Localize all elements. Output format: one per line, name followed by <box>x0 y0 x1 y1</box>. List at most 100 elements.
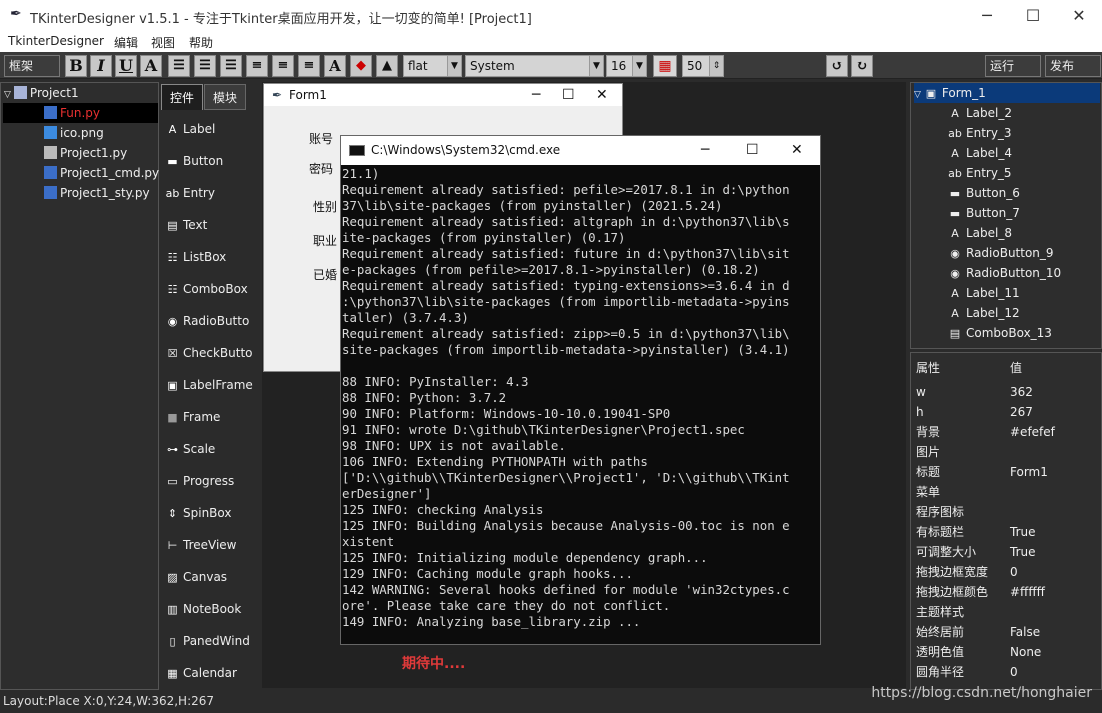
align-center-icon[interactable]: ☰ <box>194 55 216 77</box>
align-left-icon[interactable]: ☰ <box>168 55 190 77</box>
file-item[interactable]: Project1_sty.py <box>44 183 150 203</box>
relief-select[interactable]: flat ▼ <box>403 55 462 77</box>
alpha-spinbox[interactable]: 50 ⇕ <box>682 55 724 77</box>
fill-color-icon[interactable]: ◆ <box>350 55 372 77</box>
control-button[interactable]: ▬ Button <box>165 151 255 171</box>
tree-item[interactable]: ▤ ComboBox_13 <box>948 323 1052 343</box>
font-family-select[interactable]: System ▼ <box>465 55 604 77</box>
image-icon[interactable]: ▲ <box>376 55 398 77</box>
cmd-window[interactable]: C:\Windows\System32\cmd.exe ─ ☐ ✕ 21.1) R… <box>340 135 821 645</box>
property-row[interactable]: w 362 <box>916 382 1101 402</box>
property-row[interactable]: 菜单 <box>916 482 1101 502</box>
cmd-minimize-button[interactable]: ─ <box>701 136 709 165</box>
control-listbox[interactable]: ☷ ListBox <box>165 247 255 267</box>
tree-item[interactable]: ab Entry_3 <box>948 123 1011 143</box>
control-text[interactable]: ▤ Text <box>165 215 255 235</box>
minimize-button[interactable]: ─ <box>964 0 1010 31</box>
file-item[interactable]: Fun.py <box>3 103 158 123</box>
control-combobox[interactable]: ☷ ComboBox <box>165 279 255 299</box>
publish-button[interactable]: 发布 <box>1045 55 1101 77</box>
tree-item[interactable]: ◉ RadioButton_9 <box>948 243 1053 263</box>
tab-controls[interactable]: 控件 <box>161 84 203 110</box>
font-button[interactable]: A <box>140 55 162 77</box>
cmd-maximize-button[interactable]: ☐ <box>746 136 759 165</box>
control-calendar[interactable]: ▦ Calendar <box>165 663 255 683</box>
project-root[interactable]: ▽ Project1 <box>4 83 79 103</box>
align-bottom-icon[interactable]: ≡ <box>298 55 320 77</box>
menu-help[interactable]: 帮助 <box>189 34 213 51</box>
property-value: 0 <box>1010 565 1018 579</box>
align-middle-icon[interactable]: ≡ <box>272 55 294 77</box>
file-item[interactable]: Project1_cmd.py <box>44 163 159 183</box>
project-panel: ▽ Project1 Fun.py ico.png Project1.py Pro… <box>0 82 159 690</box>
tree-item[interactable]: ◉ RadioButton_10 <box>948 263 1061 283</box>
control-labelframe[interactable]: ▣ LabelFrame <box>165 375 255 395</box>
property-row[interactable]: 拖拽边框宽度 0 <box>916 562 1101 582</box>
property-row[interactable]: 圆角半径 0 <box>916 662 1101 682</box>
tree-item[interactable]: A Label_11 <box>948 283 1019 303</box>
control-radiobutton[interactable]: ◉ RadioButto <box>165 311 255 331</box>
form-icon: ▣ <box>925 87 937 100</box>
maximize-button[interactable]: ☐ <box>1010 0 1056 31</box>
form-close-icon: ✕ <box>596 87 608 103</box>
tree-item[interactable]: A Label_12 <box>948 303 1019 323</box>
spin-icon: ⇕ <box>709 56 723 76</box>
control-notebook[interactable]: ▥ NoteBook <box>165 599 255 619</box>
font-size-value: 16 <box>611 59 627 73</box>
menu-tkinterdesigner[interactable]: TkinterDesigner <box>8 34 104 48</box>
property-row[interactable]: h 267 <box>916 402 1101 422</box>
control-progress[interactable]: ▭ Progress <box>165 471 255 491</box>
control-label[interactable]: A Label <box>165 119 255 139</box>
property-value: #ffffff <box>1010 585 1045 599</box>
tree-item-label: Button_6 <box>966 186 1020 200</box>
control-panedwindow[interactable]: ▯ PanedWind <box>165 631 255 651</box>
grid-icon[interactable]: ▦ <box>653 55 677 77</box>
cmd-title: C:\Windows\System32\cmd.exe <box>371 143 561 157</box>
tree-item[interactable]: ▬ Button_6 <box>948 183 1020 203</box>
font-size-select[interactable]: 16 ▼ <box>606 55 647 77</box>
property-row[interactable]: 可调整大小 True <box>916 542 1101 562</box>
control-spinbox[interactable]: ⇕ SpinBox <box>165 503 255 523</box>
file-item[interactable]: ico.png <box>44 123 104 143</box>
underline-button[interactable]: U <box>115 55 137 77</box>
property-row[interactable]: 标题 Form1 <box>916 462 1101 482</box>
property-row[interactable]: 拖拽边框颜色 #ffffff <box>916 582 1101 602</box>
property-row[interactable]: 背景 #efefef <box>916 422 1101 442</box>
tree-item[interactable]: ab Entry_5 <box>948 163 1011 183</box>
property-row[interactable]: 图片 <box>916 442 1101 462</box>
control-treeview[interactable]: ⊢ TreeView <box>165 535 255 555</box>
file-item[interactable]: Project1.py <box>44 143 127 163</box>
menu-view[interactable]: 视图 <box>151 34 175 51</box>
property-row[interactable]: 程序图标 <box>916 502 1101 522</box>
tree-item[interactable]: A Label_8 <box>948 223 1012 243</box>
tree-item[interactable]: ▬ Button_7 <box>948 203 1020 223</box>
redo-icon[interactable]: ↻ <box>851 55 873 77</box>
property-row[interactable]: 主题样式 <box>916 602 1101 622</box>
undo-icon[interactable]: ↺ <box>826 55 848 77</box>
tree-item[interactable]: A Label_4 <box>948 143 1012 163</box>
control-frame[interactable]: ■ Frame <box>165 407 255 427</box>
control-entry[interactable]: ab Entry <box>165 183 255 203</box>
property-row[interactable]: 有标题栏 True <box>916 522 1101 542</box>
italic-button[interactable]: I <box>90 55 112 77</box>
menu-edit[interactable]: 编辑 <box>114 34 138 51</box>
run-button[interactable]: 运行 <box>985 55 1041 77</box>
property-row[interactable]: 透明色值 None <box>916 642 1101 662</box>
tree-item[interactable]: A Label_2 <box>948 103 1012 123</box>
close-button[interactable]: ✕ <box>1056 0 1102 31</box>
tab-modules[interactable]: 模块 <box>204 84 246 110</box>
control-canvas[interactable]: ▨ Canvas <box>165 567 255 587</box>
widget-type-icon: ◉ <box>950 247 960 260</box>
frame-select[interactable]: 框架 <box>4 55 60 77</box>
tree-root[interactable]: ▽ ▣ Form_1 <box>914 83 1100 103</box>
property-row[interactable]: 始终居前 False <box>916 622 1101 642</box>
bold-button[interactable]: B <box>65 55 87 77</box>
cmd-close-button[interactable]: ✕ <box>791 136 803 165</box>
control-scale[interactable]: ⊶ Scale <box>165 439 255 459</box>
control-checkbutton[interactable]: ☒ CheckButto <box>165 343 255 363</box>
frame-icon: ■ <box>167 411 178 424</box>
chevron-down-icon: ▼ <box>632 56 646 76</box>
font-color-icon[interactable]: A <box>324 55 346 77</box>
align-right-icon[interactable]: ☰ <box>220 55 242 77</box>
align-top-icon[interactable]: ≡ <box>246 55 268 77</box>
